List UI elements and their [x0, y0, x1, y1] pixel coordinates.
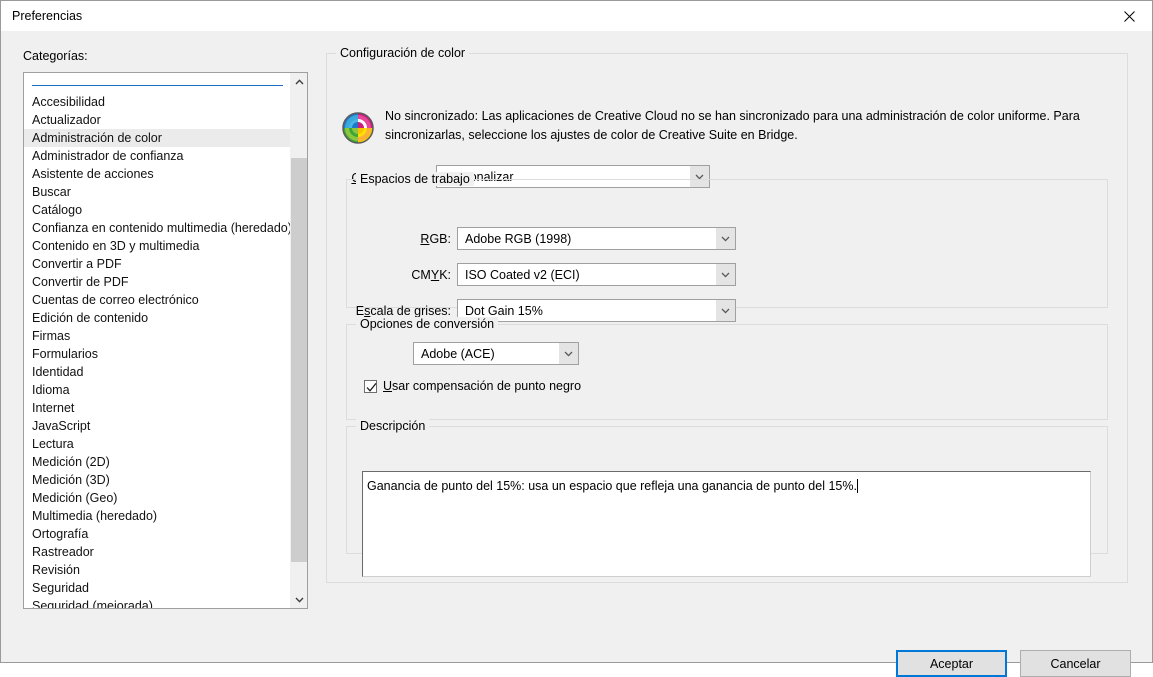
category-list-item[interactable]: Idioma	[24, 381, 291, 399]
chevron-down-icon[interactable]	[716, 228, 735, 249]
category-list-item[interactable]: Asistente de acciones	[24, 165, 291, 183]
cancel-button[interactable]: Cancelar	[1020, 650, 1131, 677]
title-bar: Preferencias	[1, 1, 1152, 31]
category-list-item[interactable]: Convertir a PDF	[24, 255, 291, 273]
category-list-item[interactable]: Edición de contenido	[24, 309, 291, 327]
category-list-item[interactable]: Administración de color	[24, 129, 291, 147]
category-list-item[interactable]: Buscar	[24, 183, 291, 201]
chevron-down-icon[interactable]	[559, 343, 578, 364]
text-caret	[856, 479, 858, 493]
category-list-item[interactable]: Catálogo	[24, 201, 291, 219]
categories-items: Accesibilidad Actualizador Administración …	[24, 93, 291, 608]
list-separator-line	[32, 85, 283, 86]
color-settings-group-title: Configuración de color	[336, 46, 470, 60]
description-text: Ganancia de punto del 15%: usa un espaci…	[367, 479, 858, 493]
rgb-combobox-value: Adobe RGB (1998)	[465, 231, 572, 246]
window-title: Preferencias	[12, 9, 83, 23]
engine-combobox[interactable]: Adobe (ACE)	[413, 342, 579, 365]
chevron-up-icon[interactable]	[291, 73, 307, 90]
category-list-item[interactable]: Seguridad (mejorada)	[24, 597, 291, 608]
categories-list-viewport: Accesibilidad Actualizador Administración …	[24, 73, 291, 608]
categories-listbox[interactable]: Accesibilidad Actualizador Administración …	[23, 72, 308, 609]
category-list-item[interactable]: Accesibilidad	[24, 93, 291, 111]
sync-notice-text: No sincronizado: Las aplicaciones de Cre…	[385, 109, 1080, 142]
category-list-item[interactable]: Medición (3D)	[24, 471, 291, 489]
category-list-item[interactable]: Internet	[24, 399, 291, 417]
chevron-down-icon[interactable]	[716, 264, 735, 285]
chevron-down-icon[interactable]	[716, 300, 735, 321]
close-icon[interactable]	[1106, 1, 1152, 31]
category-list-item[interactable]: JavaScript	[24, 417, 291, 435]
cmyk-combobox-value: ISO Coated v2 (ECI)	[465, 267, 580, 282]
category-list-item[interactable]: Cuentas de correo electrónico	[24, 291, 291, 309]
checkmark-icon	[366, 382, 377, 392]
cmyk-label: CMYK:	[411, 268, 451, 282]
grayscale-combobox[interactable]: Dot Gain 15%	[457, 299, 736, 322]
color-wheel-icon	[341, 111, 375, 145]
conversion-options-group: Opciones de conversión	[346, 317, 1108, 420]
black-point-compensation-checkbox[interactable]: Usar compensación de punto negro	[364, 379, 581, 393]
grayscale-combobox-value: Dot Gain 15%	[465, 303, 543, 318]
category-list-item[interactable]: Seguridad	[24, 579, 291, 597]
categories-label: Categorías:	[23, 49, 88, 63]
category-list-item[interactable]: Administrador de confianza	[24, 147, 291, 165]
category-list-item[interactable]: Rastreador	[24, 543, 291, 561]
grayscale-label: Escala de grises:	[355, 304, 451, 318]
conversion-options-group-title: Opciones de conversión	[356, 317, 499, 331]
category-list-item[interactable]: Confianza en contenido multimedia (hered…	[24, 219, 291, 237]
description-textarea[interactable]: Ganancia de punto del 15%: usa un espaci…	[362, 471, 1091, 577]
scrollbar-thumb[interactable]	[291, 158, 307, 562]
category-list-item[interactable]: Formularios	[24, 345, 291, 363]
category-list-item[interactable]: Actualizador	[24, 111, 291, 129]
category-list-item[interactable]: Convertir de PDF	[24, 273, 291, 291]
category-list-item[interactable]: Ortografía	[24, 525, 291, 543]
rgb-label: RGB:	[420, 232, 451, 246]
category-list-item[interactable]: Medición (Geo)	[24, 489, 291, 507]
dialog-body: Categorías: Accesibilidad Actualizador Adm…	[1, 31, 1152, 677]
category-list-item[interactable]: Medición (2D)	[24, 453, 291, 471]
engine-combobox-value: Adobe (ACE)	[421, 346, 495, 361]
accept-button[interactable]: Aceptar	[896, 650, 1007, 677]
category-list-item[interactable]: Lectura	[24, 435, 291, 453]
rgb-combobox[interactable]: Adobe RGB (1998)	[457, 227, 736, 250]
category-list-item[interactable]: Identidad	[24, 363, 291, 381]
preferences-dialog: Preferencias Categorías: Accesibilidad Ac…	[0, 0, 1153, 677]
checkbox-box[interactable]	[364, 379, 377, 393]
category-list-item[interactable]: Contenido en 3D y multimedia	[24, 237, 291, 255]
description-group-title: Descripción	[356, 419, 430, 433]
category-list-item[interactable]: Revisión	[24, 561, 291, 579]
black-point-compensation-label: Usar compensación de punto negro	[383, 379, 582, 393]
workspaces-group-title: Espacios de trabajo	[356, 172, 474, 186]
cmyk-combobox[interactable]: ISO Coated v2 (ECI)	[457, 263, 736, 286]
category-list-item[interactable]: Multimedia (heredado)	[24, 507, 291, 525]
category-list-item[interactable]: Firmas	[24, 327, 291, 345]
chevron-down-icon[interactable]	[291, 591, 307, 608]
categories-scrollbar[interactable]	[290, 73, 307, 608]
